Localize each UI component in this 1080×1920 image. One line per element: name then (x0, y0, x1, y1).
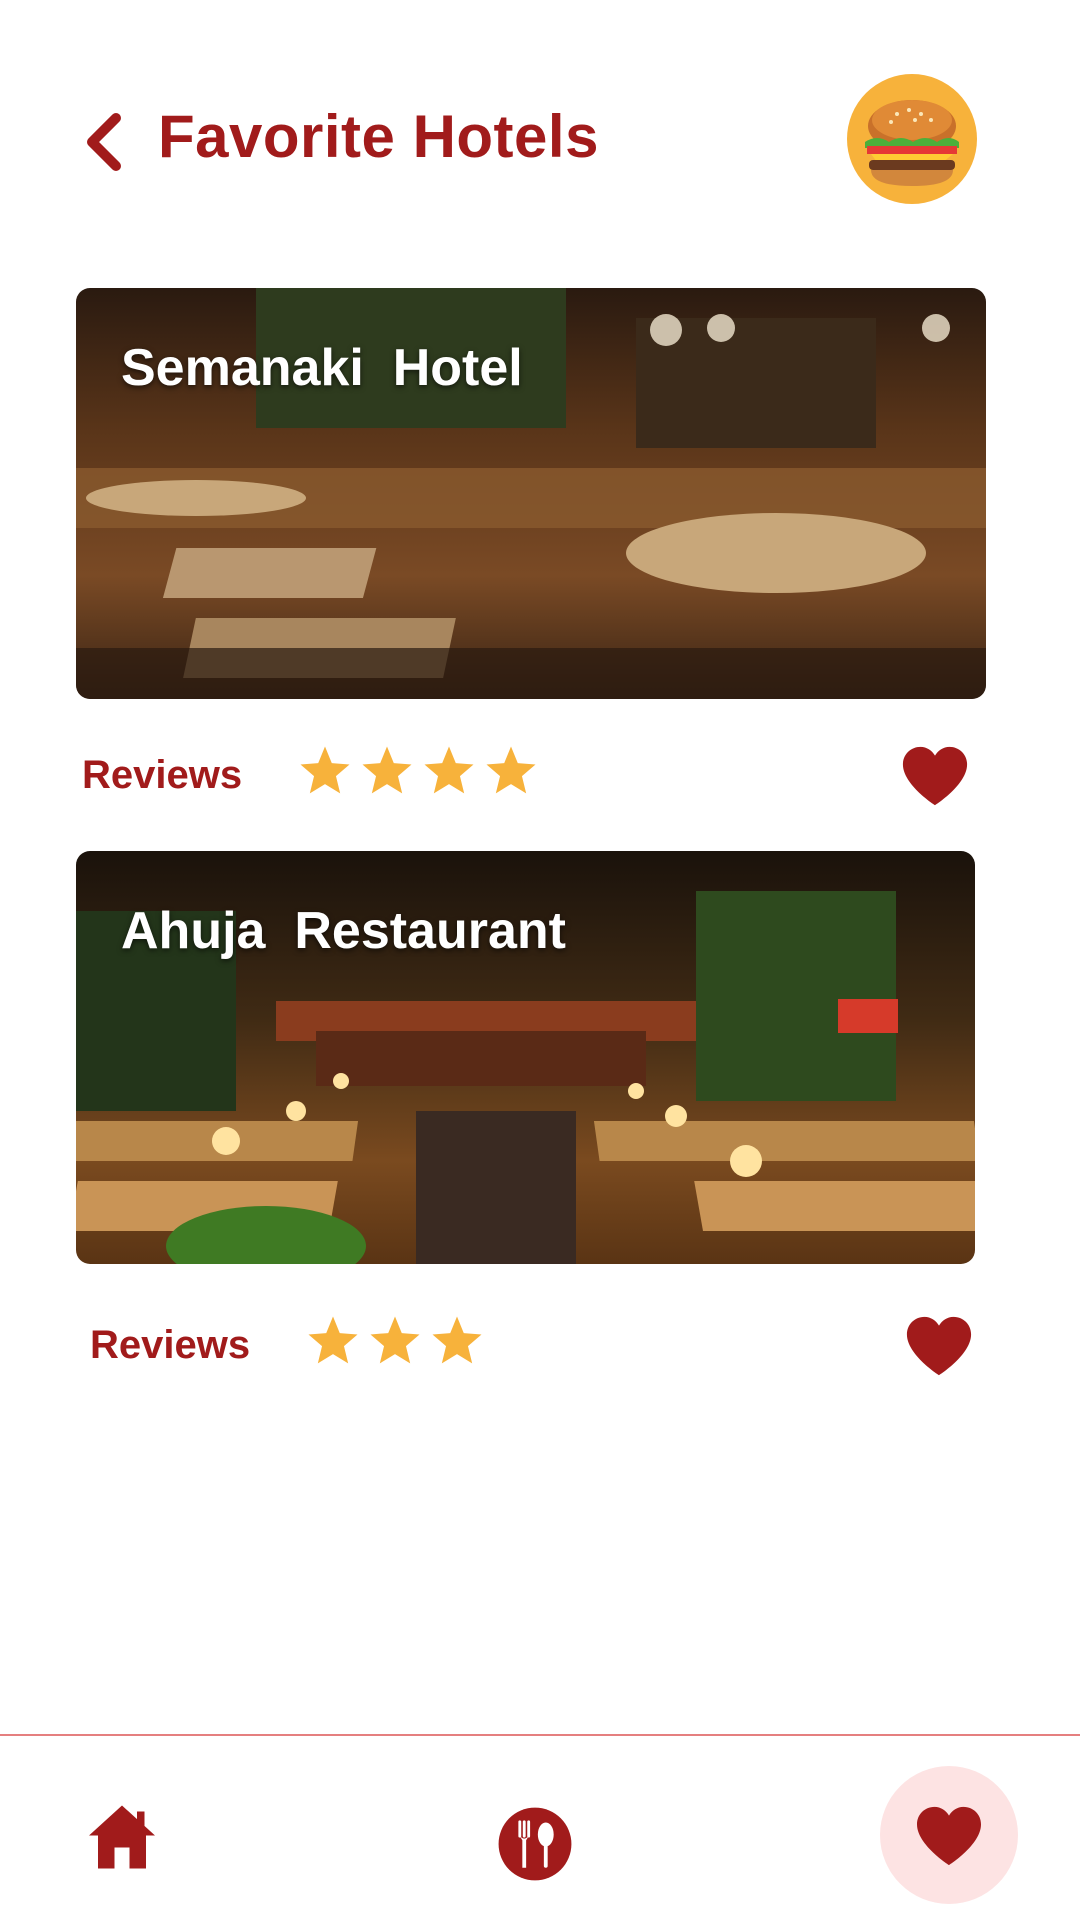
fork-spoon-icon (498, 1807, 572, 1881)
page-title: Favorite Hotels (158, 103, 599, 170)
star-icon (370, 1316, 420, 1364)
bottom-nav (0, 1734, 1080, 1920)
favorite-button[interactable] (900, 743, 970, 809)
hotel-card-image[interactable]: Ahuja Restaurant (76, 851, 975, 1264)
reviews-label: Reviews (82, 753, 243, 797)
star-icon (300, 746, 350, 794)
back-button[interactable] (80, 112, 130, 172)
hotel-card-image[interactable]: Semanaki Hotel (76, 288, 986, 699)
chevron-left-icon (87, 113, 121, 171)
review-row: Reviews (82, 735, 1002, 815)
reviews-label: Reviews (90, 1323, 251, 1367)
star-icon (362, 746, 412, 794)
nav-favorites-button[interactable] (880, 1766, 1018, 1904)
favorite-button[interactable] (904, 1313, 974, 1379)
nav-menu-button[interactable] (497, 1806, 573, 1882)
star-rating (297, 743, 539, 799)
hotel-name: Ahuja Restaurant (121, 902, 566, 960)
header: Favorite Hotels (0, 0, 1080, 280)
star-icon (424, 746, 474, 794)
review-row: Reviews (90, 1305, 1010, 1385)
nav-home-button[interactable] (86, 1802, 158, 1872)
star-icon (308, 1316, 358, 1364)
avatar[interactable] (847, 74, 977, 204)
home-icon (89, 1805, 155, 1869)
star-icon (486, 746, 536, 794)
hotel-name: Semanaki Hotel (121, 339, 523, 397)
heart-icon (917, 1806, 981, 1866)
heart-icon (906, 1316, 972, 1376)
star-icon (432, 1316, 482, 1364)
star-rating (305, 1313, 485, 1369)
burger-icon (865, 100, 959, 186)
heart-icon (902, 746, 968, 806)
